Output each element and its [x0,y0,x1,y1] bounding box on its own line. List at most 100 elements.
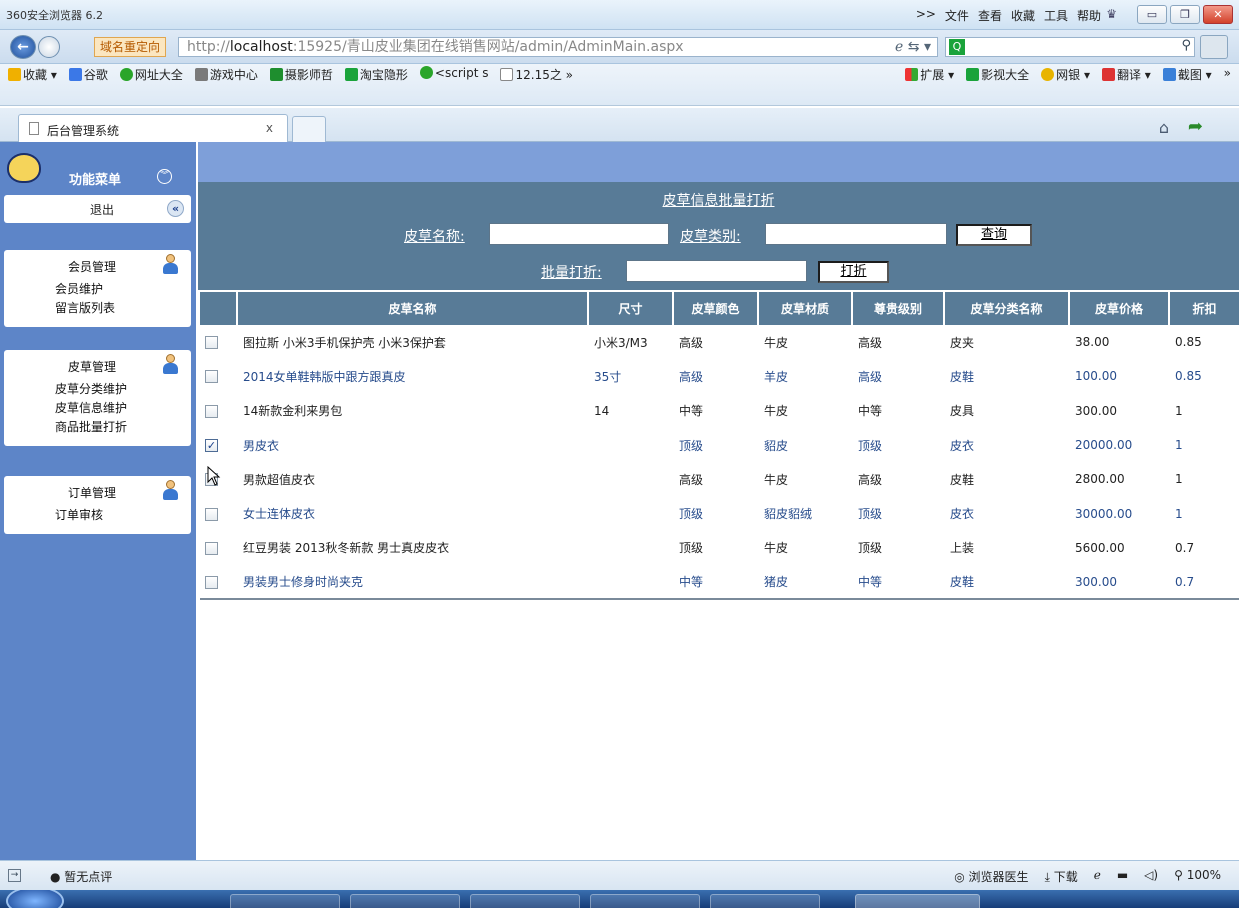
home-icon[interactable]: ⌂ [1159,118,1169,137]
row-checkbox-checked[interactable]: ✓ [205,439,218,453]
browser-menu: >> 文件 查看 收藏 工具 帮助 [916,7,1101,24]
taskbar-item[interactable] [590,894,700,908]
back-button[interactable]: ← [10,35,36,59]
start-button[interactable] [6,890,64,908]
cell-material: 牛皮 [764,541,789,556]
fav-label: 12.15之 » [515,68,573,82]
fav-1215[interactable]: 12.15之 » [500,66,573,83]
google-icon [68,68,82,81]
fav-google[interactable]: 谷歌 [68,66,108,83]
taskbar-item[interactable] [470,894,580,908]
speaker-icon[interactable]: ◁) [1144,868,1158,885]
sidebar-item-order-review[interactable]: 订单审核 [4,506,191,525]
taskbar-item-active[interactable] [855,894,980,908]
search-icon[interactable]: ⚲ [1181,38,1191,53]
fav-video[interactable]: 影视大全 [966,66,1029,83]
zoom-control[interactable]: ⚲ 100% [1174,868,1221,885]
app-title: 360安全浏览器 6.2 [6,9,103,22]
tab-label: 后台管理系统 [47,124,120,138]
user-avatar[interactable] [1200,35,1228,59]
sidebar-item-batch-discount[interactable]: 商品批量打折 [4,418,191,437]
fav-screenshot[interactable]: 截图 ▾ [1162,66,1212,83]
cell-name: 男装男士修身时尚夹克 [237,565,588,601]
favorites-right: 扩展 ▾ 影视大全 网银 ▾ 翻译 ▾ 截图 ▾ » [905,66,1231,83]
group-header[interactable]: 订单管理 [4,476,191,506]
fav-extensions[interactable]: 扩展 ▾ [905,66,954,83]
fav-collect[interactable]: 收藏 ▾ [8,66,57,83]
ie-icon[interactable]: ℯ [1094,868,1101,885]
page-icon [29,122,39,135]
close-button[interactable]: ✕ [1203,5,1233,24]
url-input[interactable]: http://localhost:15925/青山皮业集团在线销售网站/admi… [178,37,938,57]
sidebar-item-member-maintain[interactable]: 会员维护 [4,280,191,299]
cell-discount: 0.85 [1175,335,1202,350]
window-controls: ▭ ❐ ✕ [1137,5,1233,24]
row-checkbox[interactable] [205,507,218,521]
row-checkbox[interactable] [205,404,218,418]
menu-tools[interactable]: 工具 [1044,7,1068,24]
row-checkbox[interactable] [205,336,218,350]
row-checkbox[interactable] [205,575,218,589]
row-checkbox[interactable] [205,541,218,555]
undo-icon[interactable]: ➦ [1188,116,1203,137]
category-input[interactable] [765,223,947,245]
menu-help[interactable]: 帮助 [1077,7,1101,24]
video-icon [966,68,980,81]
group-header[interactable]: 会员管理 [4,250,191,280]
row-checkbox[interactable] [205,370,218,384]
group-member: 会员管理 会员维护 留言版列表 [4,250,191,327]
menu-more[interactable]: >> [916,7,936,24]
fav-more[interactable]: » [1224,66,1231,83]
cell-name: 14新款金利来男包 [243,404,343,419]
fav-translate[interactable]: 翻译 ▾ [1101,66,1151,83]
star-icon [8,68,21,81]
collapse-icon[interactable]: ︾ [157,169,172,184]
fav-photo[interactable]: 摄影师哲 [269,66,333,83]
taskbar-item[interactable] [710,894,820,908]
fav-games[interactable]: 游戏中心 [194,66,258,83]
address-bar: ← 域名重定向 http://localhost:15925/青山皮业集团在线销… [0,30,1239,64]
taskbar-item[interactable] [350,894,460,908]
download-button[interactable]: ⤓ 下载 [1045,868,1078,885]
search-engine-icon[interactable]: Q [949,39,965,55]
forward-button[interactable] [38,36,60,58]
new-tab-button[interactable] [292,116,326,142]
menu-header: 功能菜单 ︾ [3,147,193,188]
exit-button[interactable]: 退出 « [4,195,191,223]
menu-favorites[interactable]: 收藏 [1011,7,1035,24]
menu-file[interactable]: 文件 [945,7,969,24]
double-left-icon[interactable]: « [167,200,184,217]
sidebar-toggle-icon[interactable]: → [8,869,21,882]
group-header[interactable]: 皮草管理 [4,350,191,380]
fav-taobao[interactable]: 淘宝隐形 [344,66,408,83]
tab-admin[interactable]: 后台管理系统 x [18,114,288,142]
fav-script[interactable]: <script s [419,66,488,83]
redirect-badge[interactable]: 域名重定向 [94,37,167,57]
fav-site-nav[interactable]: 网址大全 [119,66,183,83]
sidebar-item-fur-info[interactable]: 皮草信息维护 [4,399,191,418]
search-input[interactable]: Q ⚲ [945,37,1195,57]
browser-doctor[interactable]: ◎ 浏览器医生 [954,868,1028,885]
discount-button[interactable]: 打折 [818,261,889,283]
minimize-button[interactable]: ▭ [1137,5,1167,24]
window-icon[interactable]: ▬ [1117,868,1128,885]
taskbar-item[interactable] [230,894,340,908]
sidebar-item-fur-category[interactable]: 皮草分类维护 [4,380,191,399]
browser-window: 360安全浏览器 6.2 >> 文件 查看 收藏 工具 帮助 ♛ ▭ ❐ ✕ ←… [0,0,1239,908]
ie-compat-icon[interactable]: ℯ ⇆ ▾ [895,38,931,56]
sidebar-item-message-list[interactable]: 留言版列表 [4,299,191,318]
fav-bank[interactable]: 网银 ▾ [1041,66,1090,83]
query-button[interactable]: 查询 [956,224,1032,246]
name-input[interactable] [489,223,669,245]
restore-button[interactable]: ❐ [1170,5,1200,24]
tab-close-icon[interactable]: x [266,121,273,135]
group-title: 订单管理 [68,486,117,500]
menu-view[interactable]: 查看 [978,7,1002,24]
cell-category: 皮夹 [950,335,975,350]
cell-material: 羊皮 [764,369,789,384]
discount-input[interactable] [626,260,807,282]
skin-icon[interactable]: ♛ [1106,7,1117,21]
cell-price: 2800.00 [1075,472,1125,487]
review-status[interactable]: ● 暂无点评 [50,868,112,885]
col-level: 尊贵级别 [852,292,945,325]
